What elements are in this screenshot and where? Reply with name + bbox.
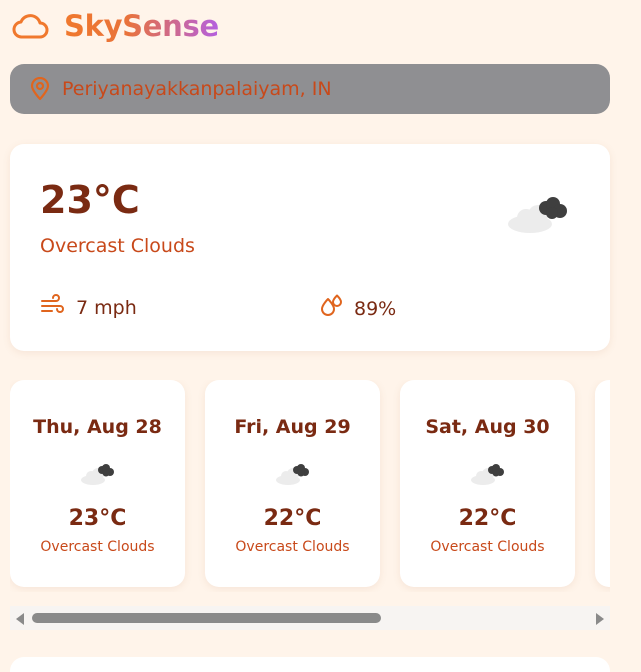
overcast-clouds-icon — [506, 194, 570, 238]
forecast-carousel[interactable]: Thu, Aug 28 23°C Overcast Clouds Fri, Au… — [10, 380, 610, 592]
forecast-day: Fri, Aug 29 — [234, 416, 351, 438]
forecast-card-partial — [595, 380, 610, 587]
wind-icon — [40, 294, 66, 321]
location-search-bar[interactable]: Periyanayakkanpalaiyam, IN — [10, 64, 610, 114]
forecast-condition: Overcast Clouds — [430, 539, 545, 555]
forecast-condition: Overcast Clouds — [40, 539, 155, 555]
forecast-card: Sat, Aug 30 22°C Overcast Clouds — [400, 380, 575, 587]
overcast-clouds-icon — [400, 462, 575, 486]
current-weather-card: 23°C Overcast Clouds 7 mph 89% — [10, 144, 610, 351]
humidity-stat: 89% — [320, 294, 396, 323]
overcast-clouds-icon — [10, 462, 185, 486]
forecast-day: Sat, Aug 30 — [425, 416, 550, 438]
forecast-temperature: 22°C — [458, 506, 517, 531]
forecast-scrollbar[interactable] — [10, 606, 610, 630]
current-temperature: 23°C — [40, 178, 140, 222]
forecast-card: Fri, Aug 29 22°C Overcast Clouds — [205, 380, 380, 587]
map-pin-icon — [30, 77, 50, 101]
forecast-condition: Overcast Clouds — [235, 539, 350, 555]
overcast-clouds-icon — [205, 462, 380, 486]
forecast-temperature: 23°C — [68, 506, 127, 531]
brand-header: SkySense — [12, 8, 219, 44]
weather-app: SkySense Periyanayakkanpalaiyam, IN 23°C… — [0, 0, 641, 672]
humidity-drops-icon — [320, 294, 344, 323]
wind-stat: 7 mph — [40, 294, 137, 321]
current-condition: Overcast Clouds — [40, 235, 195, 257]
forecast-track: Thu, Aug 28 23°C Overcast Clouds Fri, Au… — [10, 380, 610, 587]
humidity-value: 89% — [354, 297, 397, 320]
wind-value: 7 mph — [76, 296, 137, 319]
next-section-card — [10, 657, 610, 672]
location-value: Periyanayakkanpalaiyam, IN — [62, 78, 332, 100]
scroll-left-arrow-icon[interactable] — [16, 613, 24, 625]
app-title: SkySense — [64, 9, 219, 43]
scrollbar-thumb[interactable] — [32, 613, 381, 623]
forecast-temperature: 22°C — [263, 506, 322, 531]
scroll-right-arrow-icon[interactable] — [596, 613, 604, 625]
forecast-day: Thu, Aug 28 — [33, 416, 162, 438]
cloud-outline-icon — [12, 12, 50, 40]
forecast-card: Thu, Aug 28 23°C Overcast Clouds — [10, 380, 185, 587]
